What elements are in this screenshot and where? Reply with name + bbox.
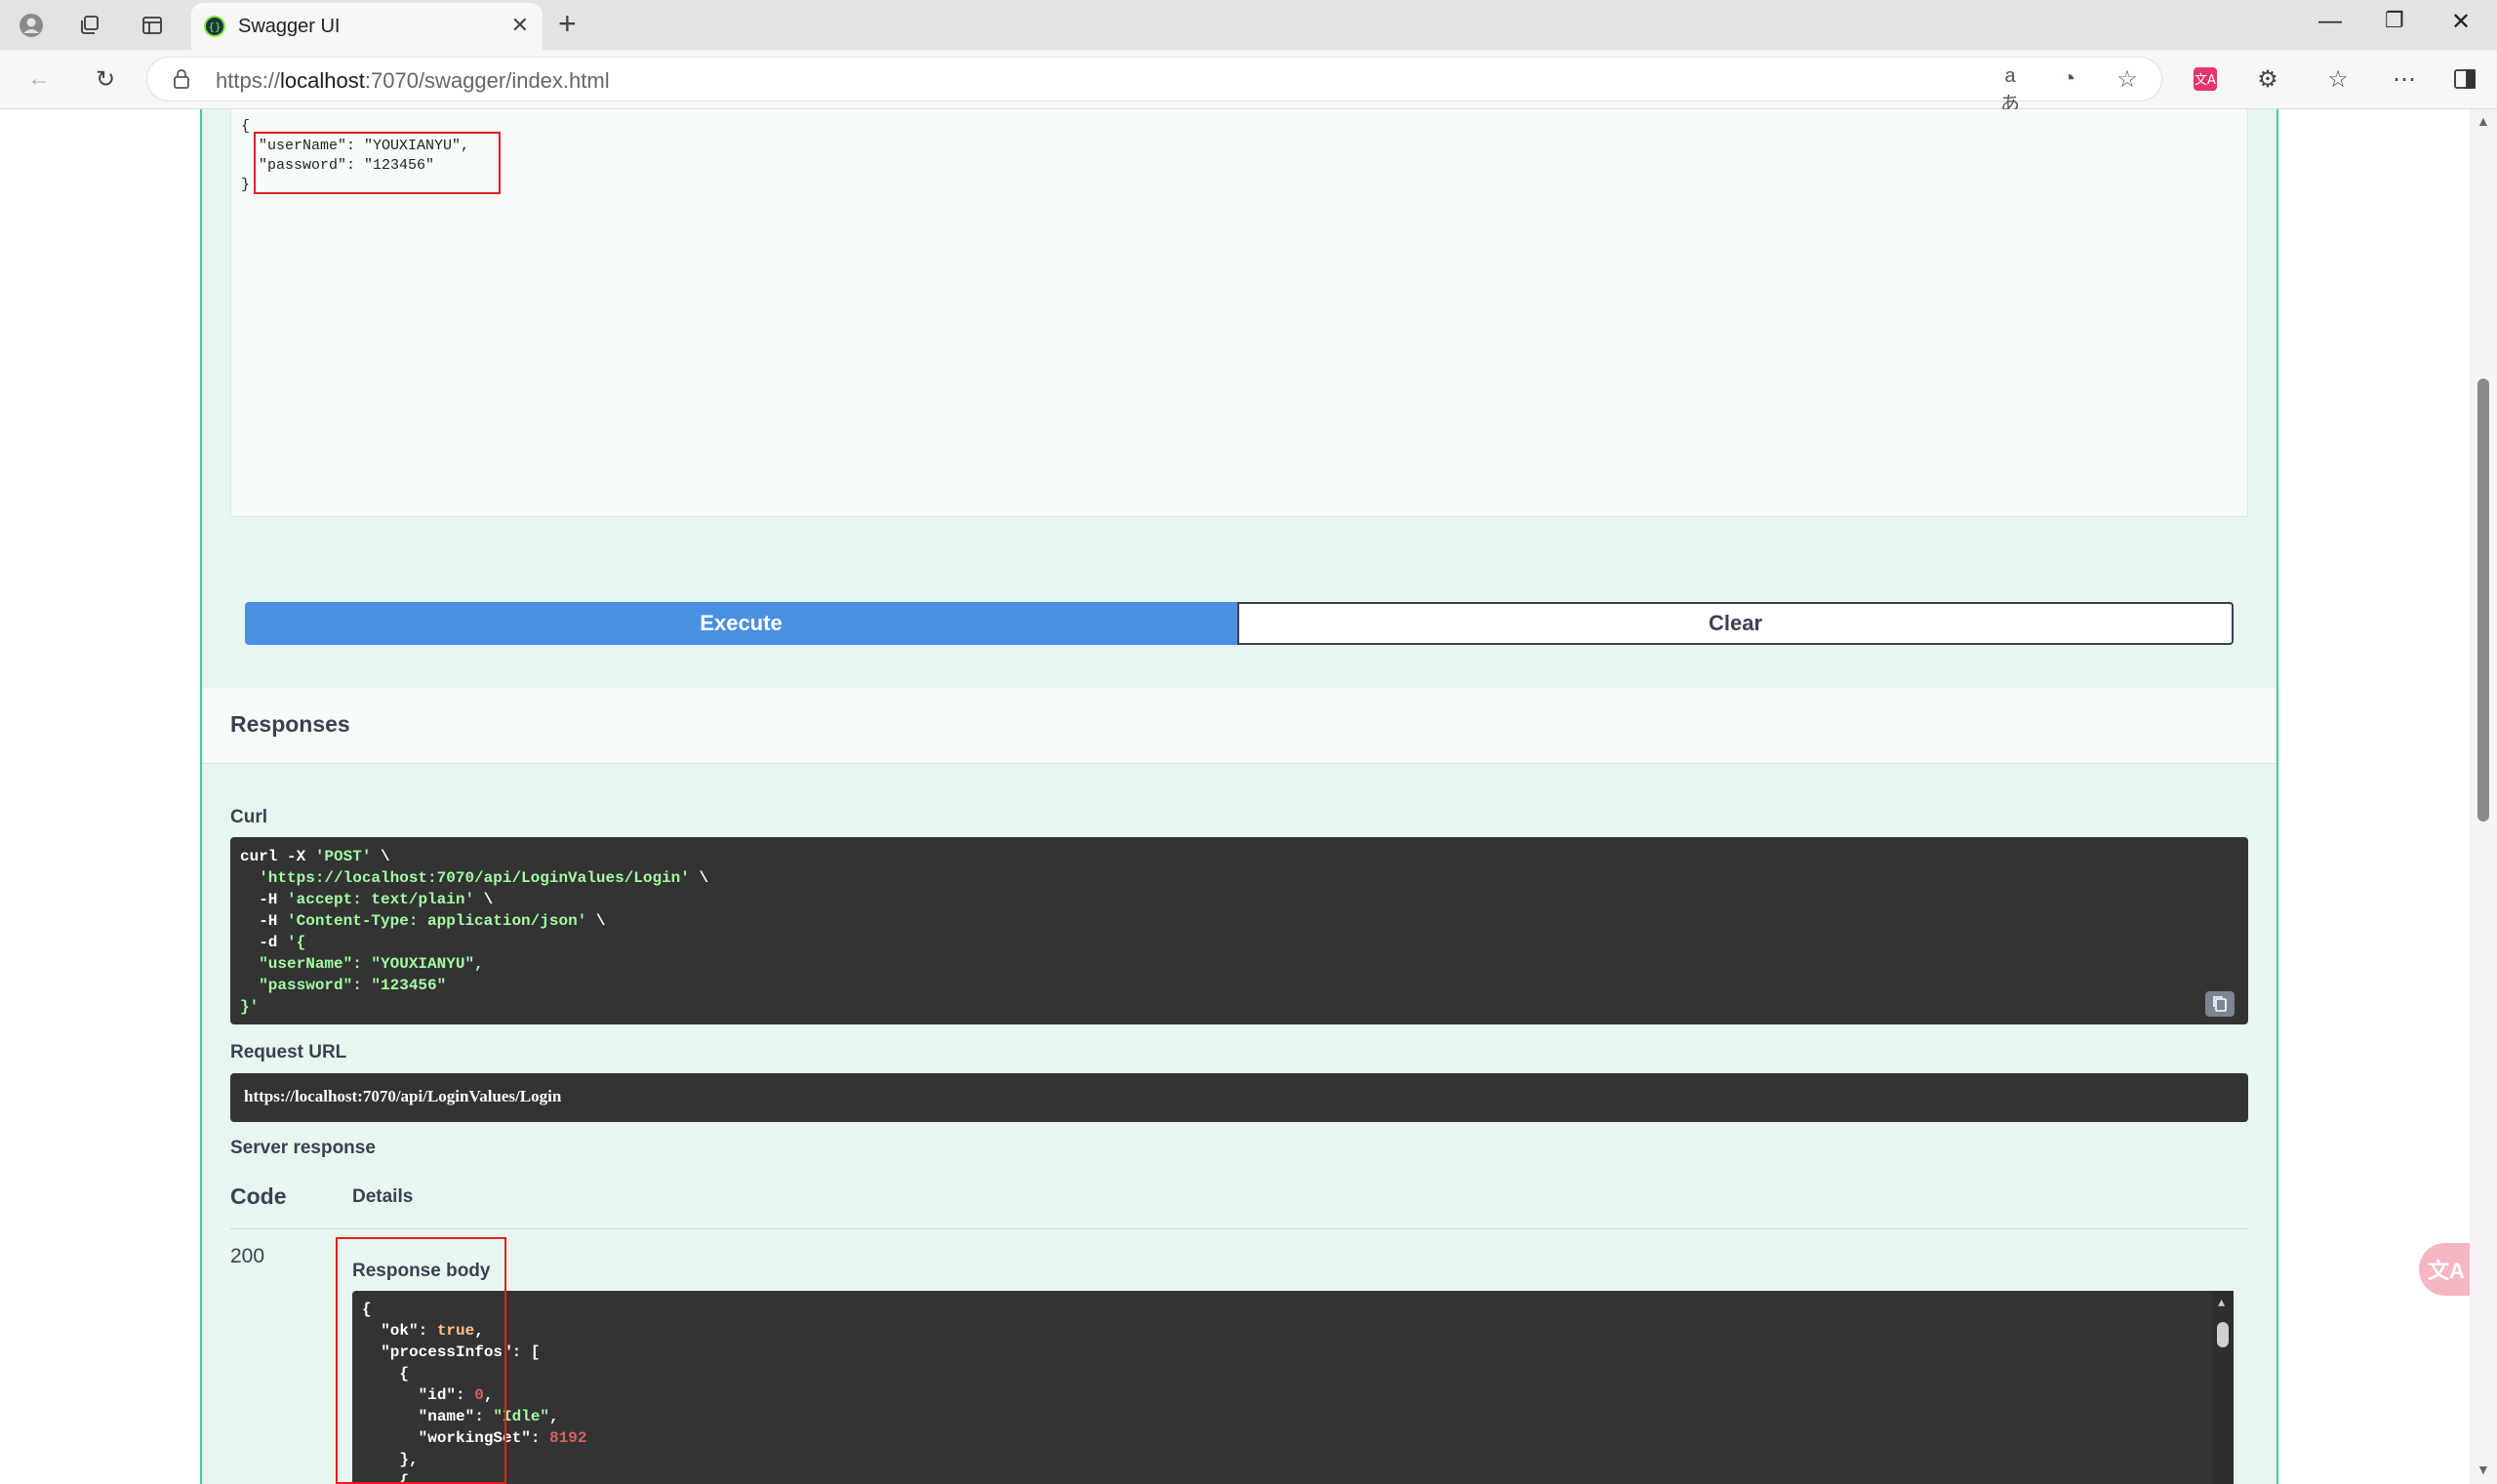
response-body-scrollbar[interactable]: ▲ — [2212, 1291, 2234, 1484]
url-text[interactable]: https://localhost:7070/swagger/index.htm… — [216, 68, 610, 94]
workspaces-icon[interactable] — [74, 10, 105, 41]
response-body-code[interactable]: { "ok": true, "processInfos": [ { "id": … — [352, 1291, 2234, 1484]
responses-header: Responses — [202, 688, 2276, 764]
new-tab-icon[interactable]: + — [558, 8, 577, 39]
response-scroll-thumb[interactable] — [2217, 1322, 2229, 1347]
json-workingset-value: 8192 — [549, 1429, 587, 1447]
execute-clear-buttons: Execute Clear — [245, 602, 2234, 645]
curl-data-open: '{ — [287, 934, 306, 951]
details-column-header: Details — [352, 1186, 414, 1207]
responses-title: Responses — [230, 711, 350, 737]
tab-actions-icon[interactable] — [137, 10, 168, 41]
url-scheme: https:// — [216, 68, 281, 93]
favorite-star-icon[interactable]: ☆ — [2113, 65, 2142, 94]
page-scroll-thumb[interactable] — [2477, 379, 2489, 822]
floating-translate-icon[interactable]: 文A — [2419, 1243, 2470, 1296]
curl-data-close: }' — [240, 998, 260, 1016]
response-status-code: 200 — [230, 1245, 265, 1267]
request-url-label: Request URL — [230, 1042, 347, 1063]
request-url-value[interactable]: https://localhost:7070/api/LoginValues/L… — [230, 1073, 2248, 1122]
request-body-textarea[interactable]: { "userName": "YOUXIANYU", "password": "… — [230, 109, 2248, 517]
page-content: { "userName": "YOUXIANYU", "password": "… — [0, 109, 2470, 1484]
url-host: localhost — [280, 68, 365, 93]
curl-header-accept: 'accept: text/plain' — [287, 891, 475, 908]
minimize-icon[interactable]: — — [2318, 8, 2342, 35]
highlight-response-body — [336, 1237, 506, 1484]
translator-extension-icon[interactable]: 文A — [2190, 63, 2221, 95]
page-scrollbar[interactable]: ▲ ▼ — [2470, 109, 2497, 1484]
refresh-icon[interactable]: ↻ — [90, 63, 121, 95]
page-scroll-down-icon[interactable]: ▼ — [2477, 1462, 2490, 1477]
browser-toolbar: ← ↻ https://localhost:7070/swagger/index… — [0, 50, 2497, 115]
operation-block-post-login: { "userName": "YOUXIANYU", "password": "… — [200, 109, 2278, 1484]
curl-header-content-type: 'Content-Type: application/json' — [287, 912, 587, 930]
tab-swagger-ui[interactable]: {} Swagger UI ✕ — [191, 3, 543, 50]
restore-icon[interactable]: ❐ — [2385, 8, 2404, 33]
tab-title: Swagger UI — [238, 16, 341, 37]
curl-label: Curl — [230, 807, 267, 827]
page-scroll-up-icon[interactable]: ▲ — [2477, 113, 2490, 129]
svg-text:文A: 文A — [2195, 73, 2216, 88]
edge-icon[interactable]: ◔ — [2054, 65, 2083, 93]
copy-to-clipboard-icon[interactable] — [2205, 991, 2235, 1017]
tab-strip: {} Swagger UI ✕ + — ❐ ✕ — [0, 0, 2497, 50]
more-menu-icon[interactable]: ⋯ — [2389, 63, 2420, 95]
tab-close-icon[interactable]: ✕ — [511, 13, 529, 38]
curl-method: 'POST' — [314, 848, 372, 865]
profile-icon[interactable] — [16, 10, 47, 41]
favorites-icon[interactable]: ☆ — [2322, 63, 2354, 95]
url-path: :7070/swagger/index.html — [364, 68, 610, 93]
clear-button[interactable]: Clear — [1237, 602, 2234, 645]
sidebar-icon[interactable] — [2449, 63, 2480, 95]
highlight-request-body — [254, 132, 501, 194]
scroll-up-icon[interactable]: ▲ — [2218, 1293, 2225, 1314]
code-column-header: Code — [230, 1183, 287, 1209]
address-bar[interactable]: https://localhost:7070/swagger/index.htm… — [146, 57, 2162, 115]
curl-url: 'https://localhost:7070/api/LoginValues/… — [259, 869, 690, 887]
curl-continuation: \ — [371, 848, 390, 865]
curl-cmd: curl -X — [240, 848, 315, 865]
execute-button[interactable]: Execute — [245, 602, 1237, 645]
lock-icon[interactable] — [173, 69, 190, 94]
close-window-icon[interactable]: ✕ — [2451, 8, 2471, 36]
curl-data-username: "userName": "YOUXIANYU", — [259, 955, 484, 973]
curl-data-password: "password": "123456" — [259, 977, 447, 994]
curl-code-block[interactable]: curl -X 'POST' \ 'https://localhost:7070… — [230, 837, 2248, 1024]
extensions-icon[interactable]: ⚙ — [2252, 63, 2283, 95]
response-table-divider — [230, 1228, 2248, 1229]
back-icon[interactable]: ← — [23, 63, 55, 95]
server-response-label: Server response — [230, 1138, 376, 1158]
swagger-favicon-icon: {} — [203, 15, 226, 38]
svg-text:{}: {} — [208, 20, 221, 33]
